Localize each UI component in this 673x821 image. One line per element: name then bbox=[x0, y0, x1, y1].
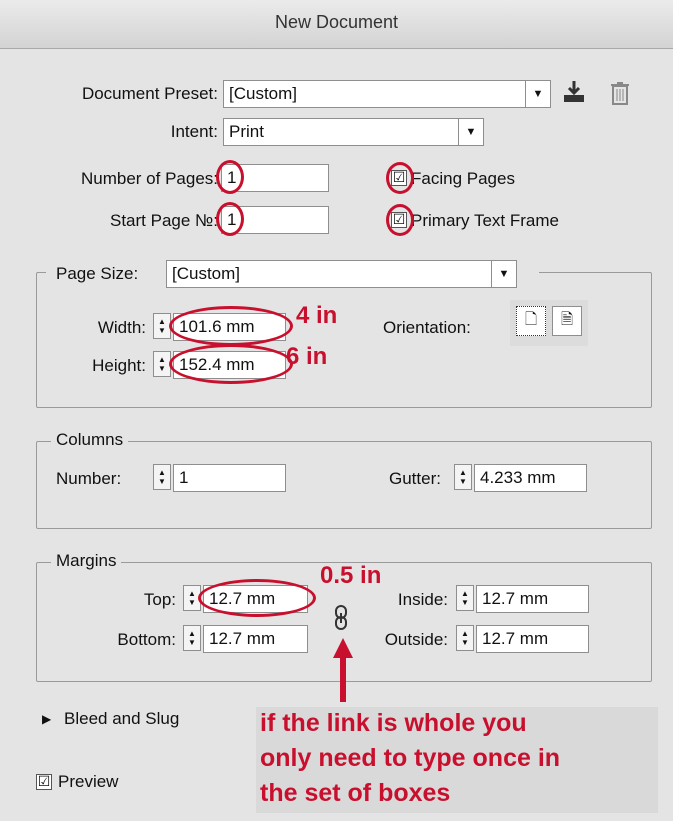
intent-select[interactable]: Print ▼ bbox=[223, 118, 484, 146]
facing-pages-label: Facing Pages bbox=[411, 169, 515, 188]
highlight-ellipse bbox=[169, 306, 293, 346]
highlight-circle bbox=[386, 162, 414, 194]
chevron-down-icon: ▼ bbox=[491, 261, 516, 287]
outside-margin-input[interactable]: 12.7 mm bbox=[476, 625, 589, 653]
preview-label: Preview bbox=[58, 772, 119, 791]
height-label: Height: bbox=[92, 356, 146, 375]
arrow-up-annotation bbox=[330, 638, 356, 702]
outside-margin-stepper[interactable]: ▲ ▼ bbox=[456, 625, 474, 651]
primary-text-frame-label: Primary Text Frame bbox=[411, 211, 559, 230]
bottom-margin-stepper[interactable]: ▲ ▼ bbox=[183, 625, 201, 651]
highlight-circle bbox=[216, 160, 244, 194]
dialog-title: New Document bbox=[274, 12, 399, 32]
note-text: if the link is whole you only need to ty… bbox=[260, 706, 560, 811]
chevron-down-icon: ▼ bbox=[458, 119, 483, 145]
page-size-select[interactable]: [Custom] ▼ bbox=[166, 260, 517, 288]
width-inches-annotation: 4 in bbox=[296, 302, 338, 329]
page-size-label: Page Size: bbox=[56, 264, 139, 283]
height-inches-annotation: 6 in bbox=[286, 343, 328, 370]
preview-checkbox[interactable]: ☑ bbox=[36, 774, 52, 790]
highlight-circle bbox=[386, 204, 414, 236]
bottom-margin-label: Bottom: bbox=[117, 630, 176, 649]
columns-legend: Columns bbox=[51, 430, 129, 450]
page-size-value: [Custom] bbox=[172, 264, 241, 283]
note-line-3: the set of boxes bbox=[260, 779, 451, 807]
columns-number-label: Number: bbox=[56, 469, 122, 488]
outside-margin-label: Outside: bbox=[384, 630, 448, 649]
note-line-1: if the link is whole you bbox=[260, 709, 527, 737]
orientation-label: Orientation: bbox=[383, 318, 471, 337]
gutter-stepper[interactable]: ▲ ▼ bbox=[454, 464, 472, 490]
intent-value: Print bbox=[229, 122, 264, 141]
document-preset-select[interactable]: [Custom] ▼ bbox=[223, 80, 551, 108]
portrait-orientation-icon[interactable]: 🗋 bbox=[516, 306, 546, 336]
inside-margin-stepper[interactable]: ▲ ▼ bbox=[456, 585, 474, 611]
chevron-down-icon: ▼ bbox=[525, 81, 550, 107]
download-icon[interactable] bbox=[560, 78, 588, 106]
highlight-ellipse bbox=[198, 579, 316, 617]
highlight-ellipse bbox=[169, 344, 293, 384]
document-preset-value: [Custom] bbox=[229, 84, 298, 103]
bleed-and-slug-label[interactable]: Bleed and Slug bbox=[64, 709, 179, 729]
gutter-label: Gutter: bbox=[389, 469, 441, 488]
gutter-input[interactable]: 4.233 mm bbox=[474, 464, 587, 492]
highlight-circle bbox=[216, 202, 244, 236]
intent-label: Intent: bbox=[170, 122, 218, 141]
bottom-margin-input[interactable]: 12.7 mm bbox=[203, 625, 308, 653]
document-preset-label: Document Preset: bbox=[81, 84, 218, 103]
start-page-label: Start Page №: bbox=[109, 211, 218, 230]
disclosure-triangle-icon[interactable]: ▶ bbox=[42, 712, 51, 726]
trash-icon[interactable] bbox=[608, 80, 632, 106]
inside-margin-label: Inside: bbox=[397, 590, 448, 609]
chain-link-icon[interactable] bbox=[333, 604, 349, 632]
top-margin-label: Top: bbox=[143, 590, 176, 609]
landscape-orientation-icon[interactable]: 🗎 bbox=[552, 306, 582, 336]
number-of-pages-label: Number of Pages: bbox=[80, 169, 218, 188]
margins-legend: Margins bbox=[51, 551, 122, 571]
columns-number-input[interactable]: 1 bbox=[173, 464, 286, 492]
width-label: Width: bbox=[97, 318, 146, 337]
margin-inches-annotation: 0.5 in bbox=[320, 562, 382, 589]
note-line-2: only need to type once in bbox=[260, 744, 561, 772]
inside-margin-input[interactable]: 12.7 mm bbox=[476, 585, 589, 613]
columns-number-stepper[interactable]: ▲ ▼ bbox=[153, 464, 171, 490]
